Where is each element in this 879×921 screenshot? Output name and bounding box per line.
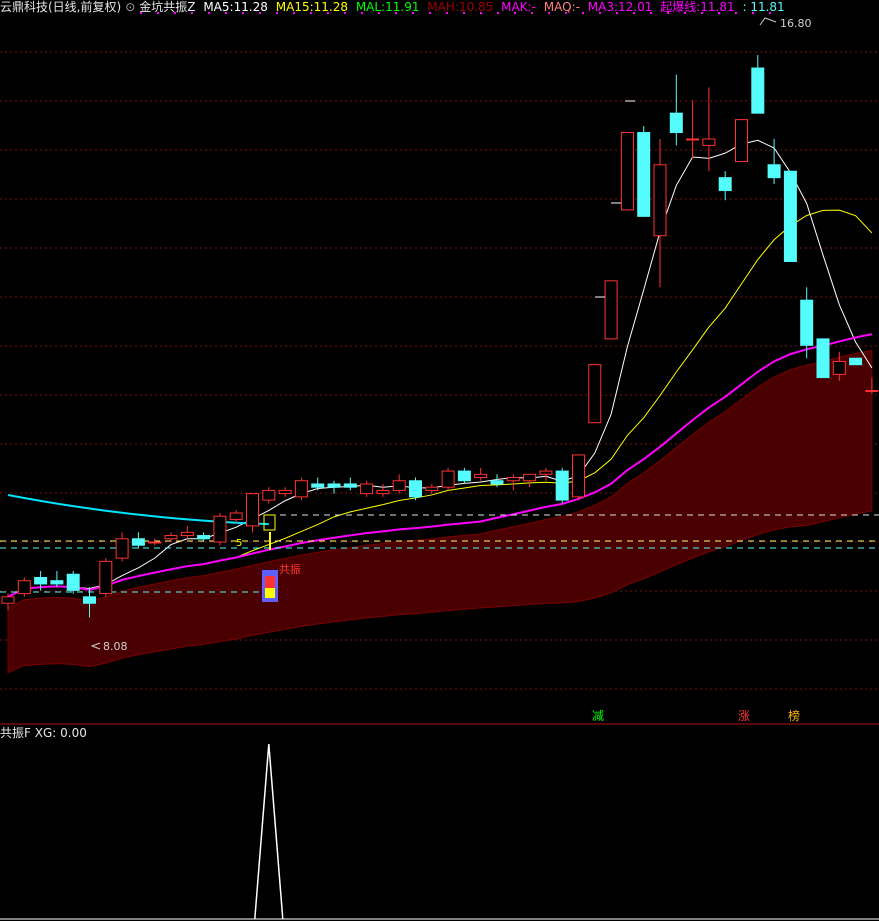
candle-body [783,170,797,262]
high-price-label: 16.80 [780,17,812,30]
candle-body [392,480,406,491]
mal-label: MAL: [355,0,386,14]
ma15-value: 11.28 [313,0,348,14]
candle-body [865,389,879,392]
candle-body [457,470,471,482]
candle-body [180,531,194,537]
candle-body [849,357,863,366]
candle-body [604,280,618,340]
candle-body [751,67,765,114]
chart-header: 云鼎科技(日线,前复权) ⊙ 金坑共振Z MA5:11.28 MA15:11.28 … [0,0,789,14]
candle-body [360,483,374,495]
bang-marker: 榜 [788,709,801,723]
candle-body [99,560,113,595]
mah-band-area [7,349,873,674]
candle-body [718,177,732,192]
candle-body [425,486,439,491]
candle-body [653,164,667,237]
signal-yellow [265,588,275,598]
xg-label: XG: [34,726,57,740]
candle-body [735,119,748,163]
mah-value: 10.85 [458,0,494,14]
signal-red [265,576,275,588]
mak-label: MAK: [501,0,532,14]
candle-body [669,112,683,134]
candle-body [327,483,341,488]
kline-chart [0,12,879,920]
candle-body [197,535,211,540]
ma5-value: 11.28 [233,0,268,14]
indicator-name[interactable]: 金坑共振Z [139,0,195,14]
ma5-label: MA5: [203,0,234,14]
signal-text: 共振 [279,563,301,576]
candle-body [409,480,422,498]
high-arrow [759,17,777,26]
sub-chart [0,743,879,920]
candle-body [832,360,846,375]
candle-body [539,470,553,475]
candle-body [376,489,390,495]
candle-body [800,299,814,346]
candle-body [50,580,64,585]
candle-body [506,477,520,482]
ma3-value: 12.01 [618,0,653,14]
mal-value: 11.91 [385,0,420,14]
candle-body [523,473,537,482]
candle-body [588,364,602,424]
xg-spike [254,743,284,920]
candle-body [490,480,504,485]
candle-body [637,132,651,217]
qbx-value: 11.81 [700,0,735,14]
candle-body [555,470,569,501]
candle-body [441,470,455,488]
candle-body [83,596,96,604]
mak-value: - [531,0,536,14]
mah-band [7,349,873,674]
candle-body [115,538,129,559]
candle-body [294,480,308,498]
candle-body [213,515,227,543]
candle-body [702,138,716,146]
candle-body [620,132,634,211]
candle-body [311,483,325,488]
candle-body [262,489,276,501]
signal-box [263,514,276,531]
candle-body [17,580,31,595]
ma15-label: MA15: [275,0,314,14]
candle-body [164,535,178,540]
sub-indicator-name: 共振F [0,726,31,740]
candle-body [34,576,48,585]
maq-label: MAQ: [543,0,576,14]
candle-body [343,483,357,488]
mah-label: MAH: [427,0,459,14]
candle-body [572,454,585,498]
candle-body [1,596,15,604]
candle-body [66,573,80,591]
maq-value: - [575,0,580,14]
ma3-label: MA3: [587,0,619,14]
small-label: 5 [236,538,243,549]
low-price-label: 8.08 [103,640,128,653]
indicator-toggle-icon[interactable]: ⊙ [125,0,135,14]
candle-body [278,489,292,495]
candle-body [148,541,162,544]
jian-marker: 减 [592,709,605,723]
zhang-marker: 涨 [738,709,751,723]
candle-body [816,338,830,379]
extra-value: : 11.81 [742,0,785,14]
sub-chart-header: 共振F XG: 0.00 [0,726,87,740]
cyan-line [7,494,269,526]
xg-value: 0.00 [60,726,87,740]
candle-body [131,538,145,546]
stock-name: 云鼎科技(日线,前复权) [0,0,122,14]
qbx-label: 起爆线: [660,0,701,14]
candle-body [767,164,781,179]
candle-body [686,138,700,141]
candle-body [474,473,488,479]
candle-body [246,493,259,527]
candle-body [229,512,243,520]
